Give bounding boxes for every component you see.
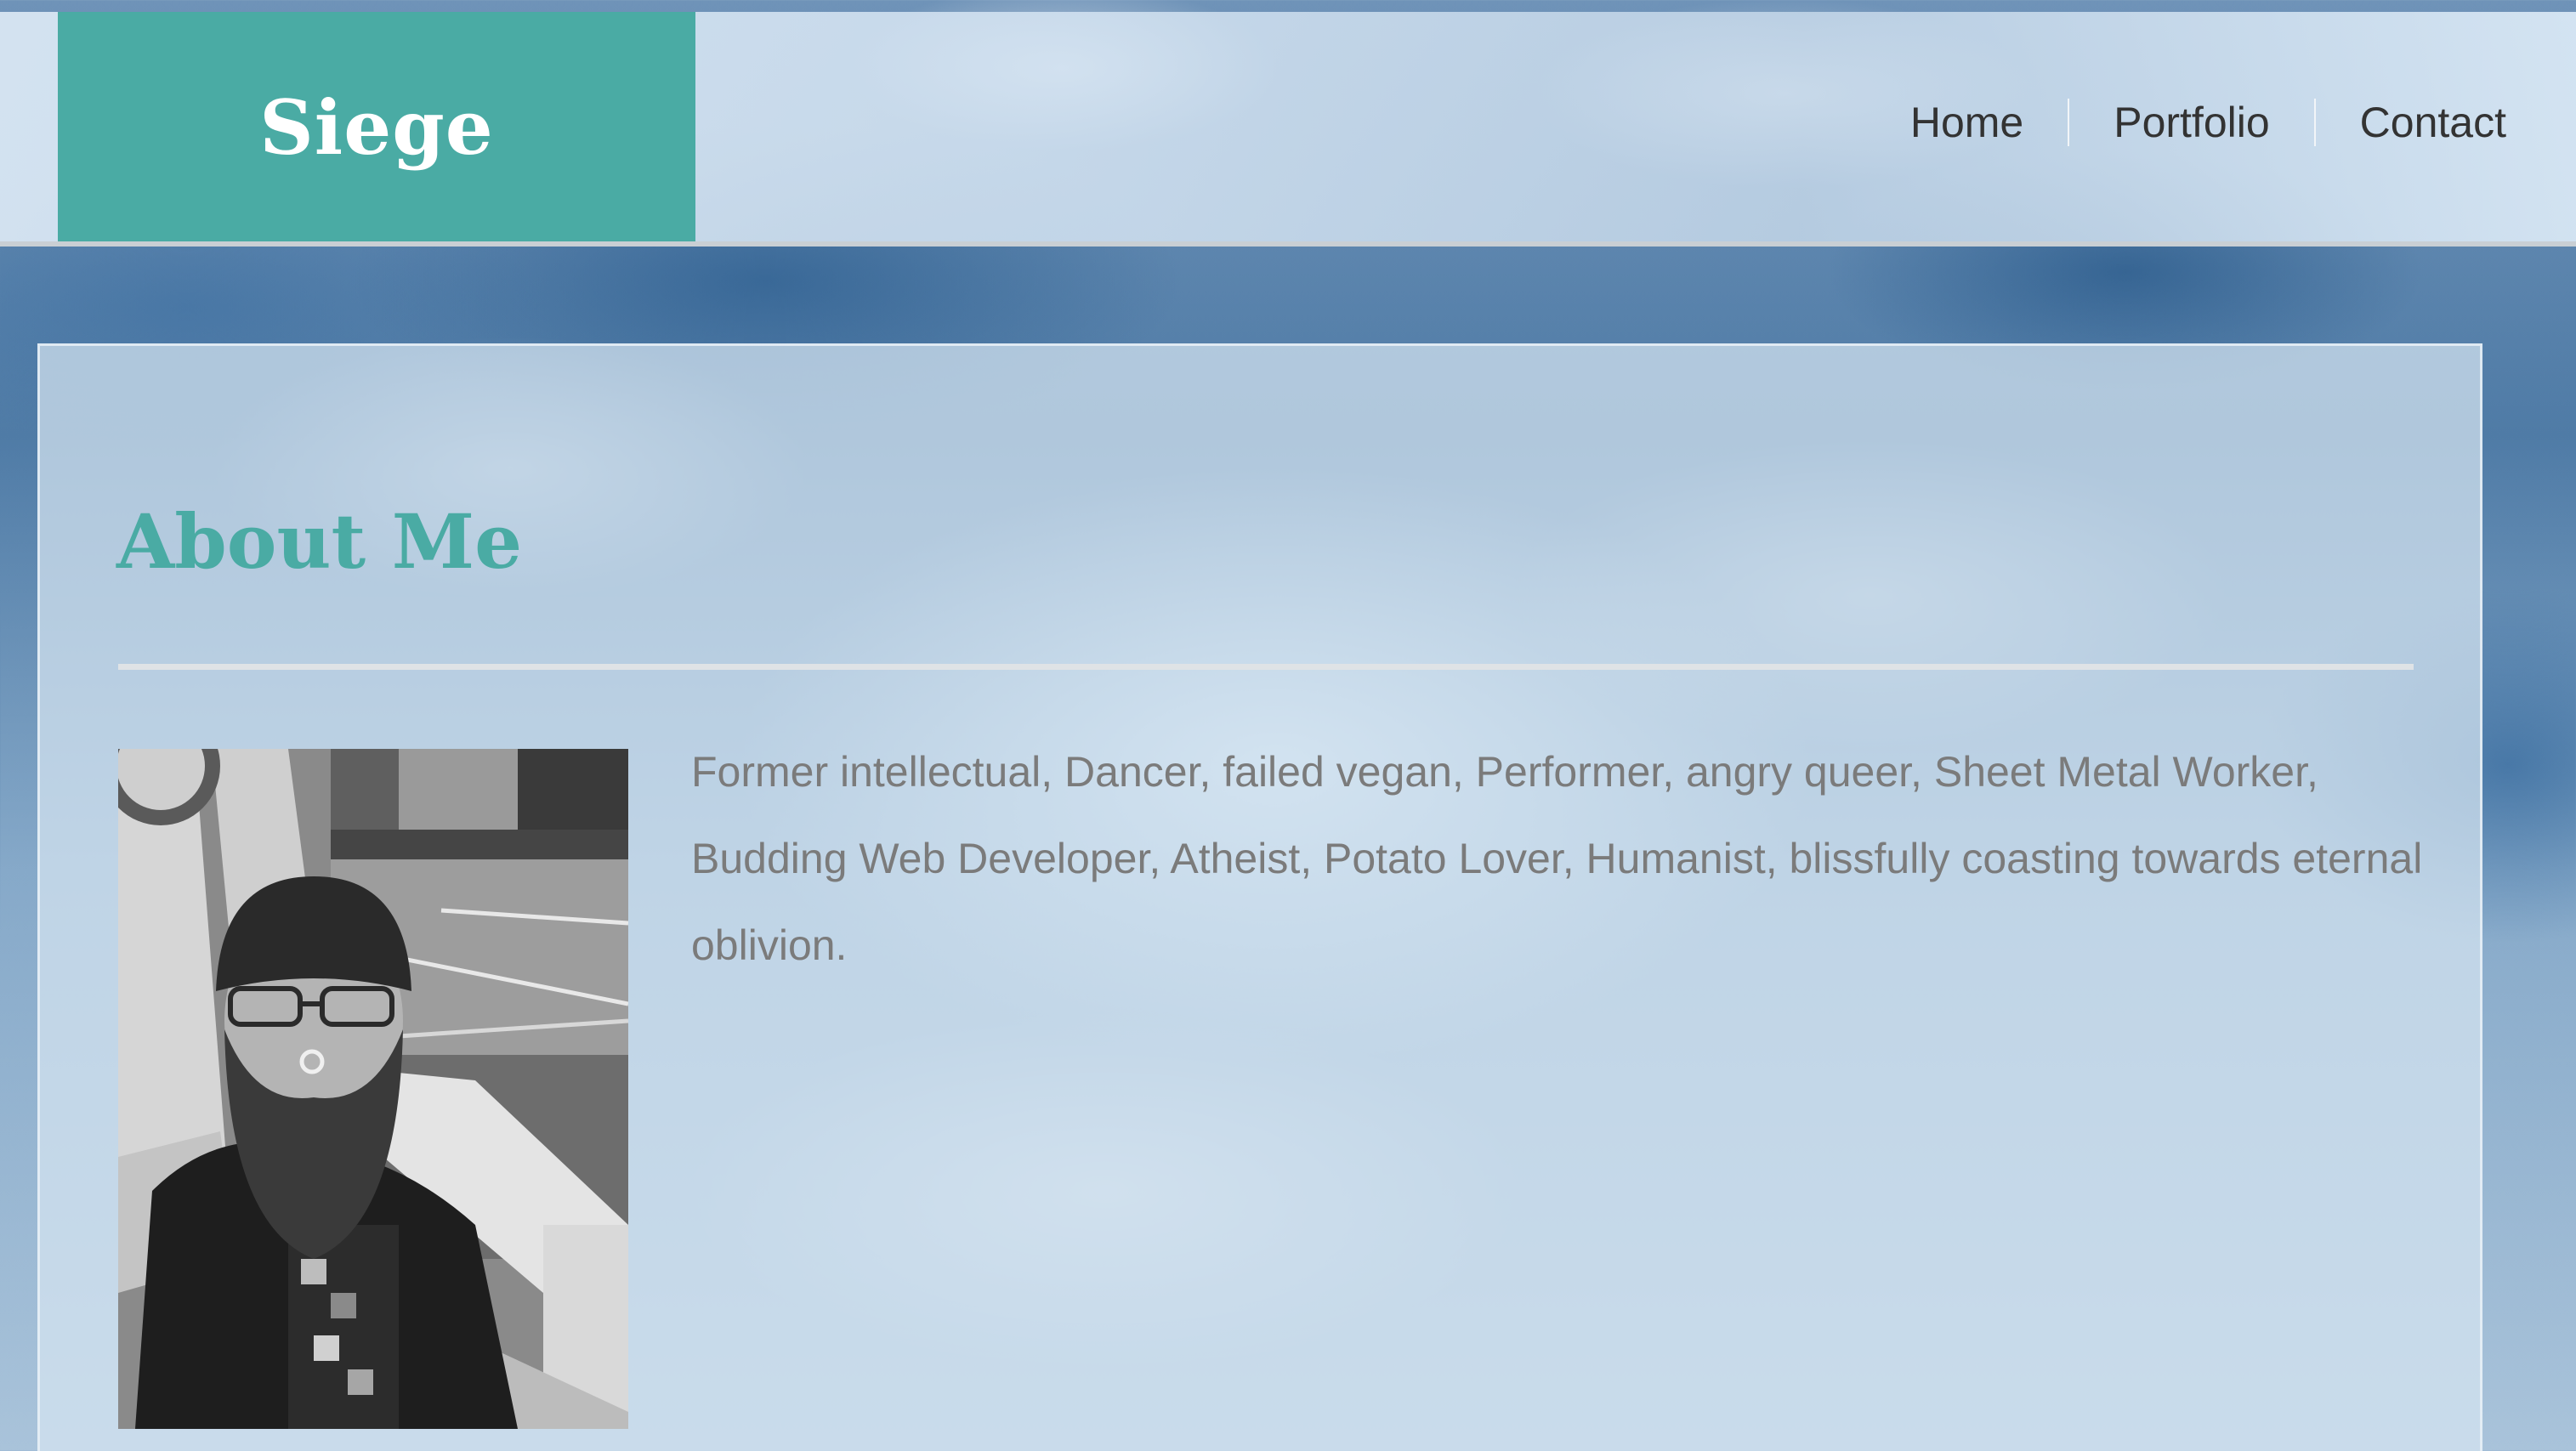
nav-contact[interactable]: Contact — [2316, 101, 2506, 144]
profile-photo — [118, 749, 628, 1429]
nav-portfolio[interactable]: Portfolio — [2069, 101, 2313, 144]
section-divider — [118, 664, 2414, 670]
about-title: About Me — [116, 497, 523, 586]
logo-text: Siege — [259, 83, 494, 172]
site-header: Siege Home Portfolio Contact — [0, 12, 2576, 247]
bio-text: Former intellectual, Dancer, failed vega… — [691, 748, 2423, 969]
nav-home[interactable]: Home — [1866, 101, 2068, 144]
logo[interactable]: Siege — [58, 12, 695, 241]
main-nav: Home Portfolio Contact — [1866, 12, 2506, 241]
about-section: About Me Former intellectual, Dancer, fa… — [37, 343, 2482, 1451]
